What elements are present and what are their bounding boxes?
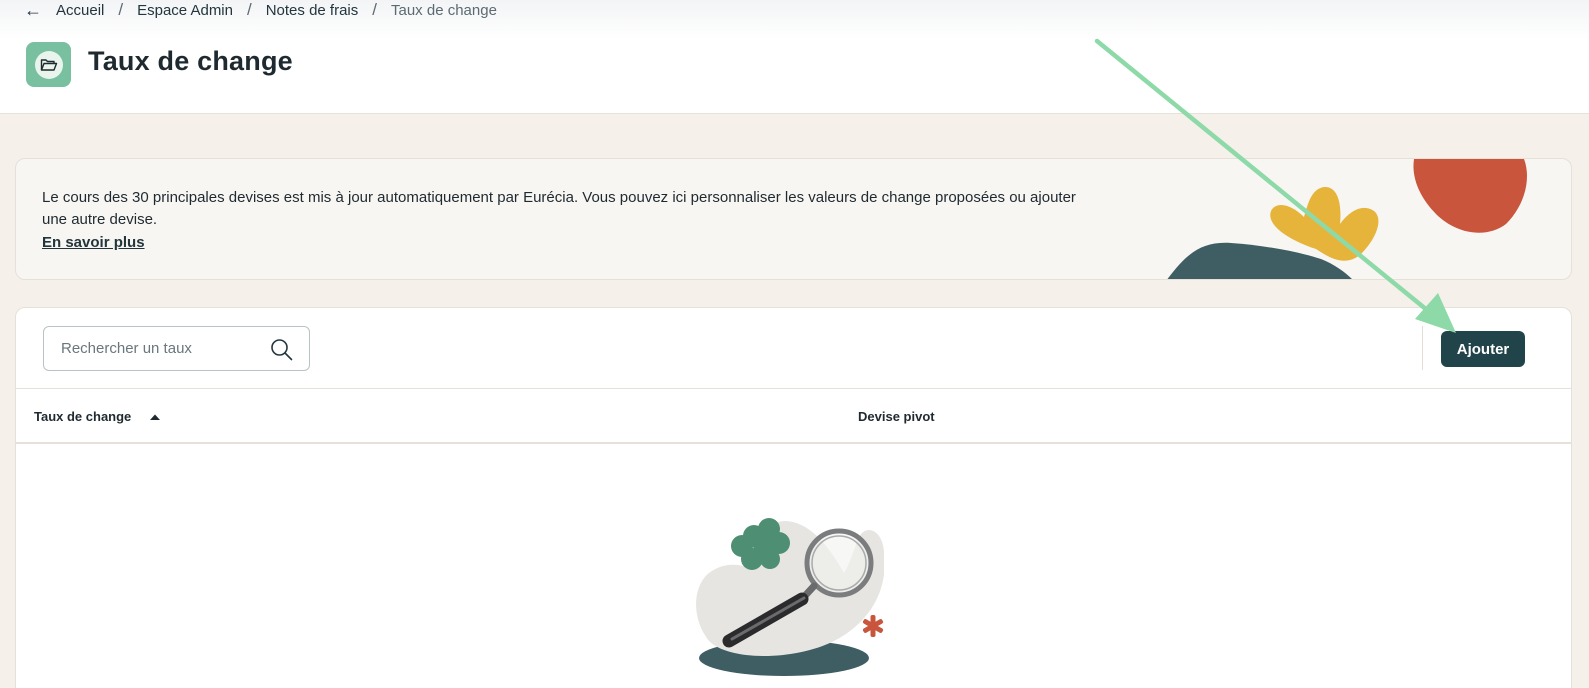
decorative-illustration	[1167, 159, 1527, 279]
page-title: Taux de change	[88, 46, 293, 76]
breadcrumb: ← Accueil / Espace Admin / Notes de frai…	[24, 0, 497, 20]
info-text: Le cours des 30 principales devises est …	[42, 189, 1076, 228]
breadcrumb-current: Taux de change	[391, 1, 497, 19]
learn-more-link[interactable]: En savoir plus	[42, 234, 145, 251]
breadcrumb-separator: /	[246, 0, 252, 19]
column-header-rate[interactable]: Taux de change	[34, 409, 131, 424]
open-folder-icon	[40, 58, 57, 71]
empty-state-illustration	[696, 518, 884, 676]
breadcrumb-item-accueil[interactable]: Accueil	[56, 2, 104, 19]
app-icon	[26, 42, 71, 87]
breadcrumb-item-notes-de-frais[interactable]: Notes de frais	[266, 2, 359, 19]
table-header: Taux de change Devise pivot	[16, 388, 1571, 444]
info-banner: Le cours des 30 principales devises est …	[15, 158, 1572, 280]
arrow-left-icon[interactable]: ←	[24, 0, 42, 21]
breadcrumb-item-espace-admin[interactable]: Espace Admin	[137, 2, 233, 19]
search-field[interactable]	[43, 326, 310, 371]
search-icon[interactable]	[270, 338, 293, 361]
top-header: ← Accueil / Espace Admin / Notes de frai…	[0, 0, 1589, 114]
toolbar-divider	[1422, 326, 1423, 370]
rates-table-card: Ajouter Taux de change Devise pivot	[15, 307, 1572, 688]
search-input[interactable]	[44, 340, 254, 357]
column-header-pivot-currency: Devise pivot	[858, 409, 935, 424]
breadcrumb-separator: /	[372, 0, 377, 19]
breadcrumb-separator: /	[118, 0, 124, 19]
add-button[interactable]: Ajouter	[1441, 331, 1525, 367]
sort-ascending-icon[interactable]	[149, 413, 161, 421]
